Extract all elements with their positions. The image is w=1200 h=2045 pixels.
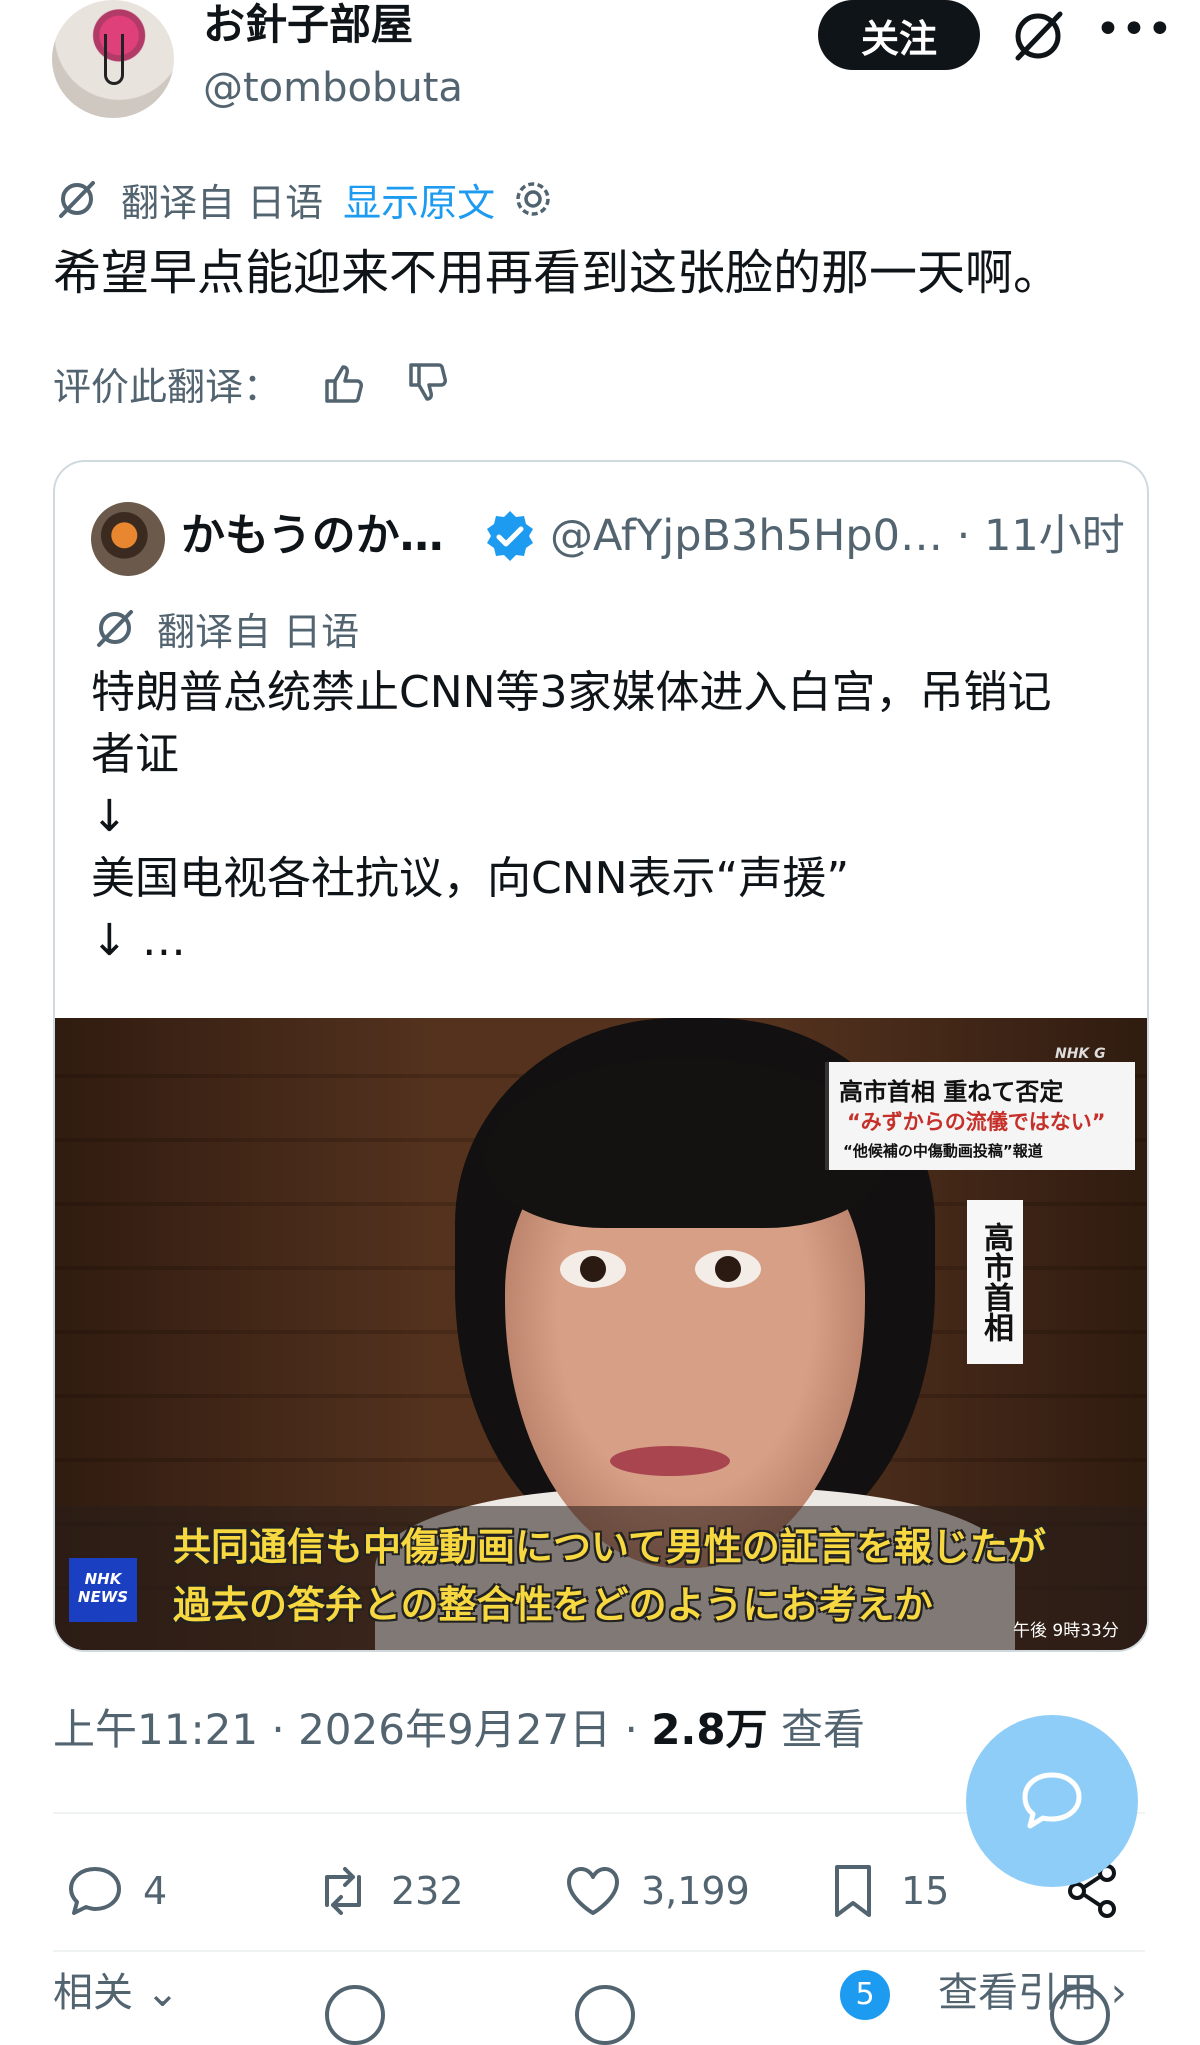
avatar[interactable] (1050, 1985, 1110, 2045)
news-headline-box: 高市首相 重ねて否定 “みずからの流儀ではない” “他候補の中傷動画投稿”報道 (825, 1062, 1135, 1170)
like-count: 3,199 (641, 1869, 750, 1913)
notification-badge: 5 (840, 1970, 890, 2020)
quoted-tweet-text: 特朗普总统禁止CNN等3家媒体进入白宫，吊销记 者证 ↓ 美国电视各社抗议，向C… (91, 667, 1052, 966)
tweet-time-date: 上午11:21 · 2026年9月27日 · (53, 1705, 652, 1754)
avatar[interactable] (575, 1985, 635, 2045)
repost-count: 232 (391, 1869, 464, 1913)
caption-line-2: 過去の答弁との整合性をどのようにお考えか (173, 1583, 933, 1627)
chevron-down-icon: ⌄ (133, 1970, 180, 2016)
avatar[interactable] (325, 1985, 385, 2045)
more-icon[interactable]: ••• (1095, 8, 1173, 56)
compose-reply-fab[interactable] (966, 1715, 1138, 1887)
quoted-tweet-card[interactable]: かもうのか… @AfYjpB3h5Hp0… · 11小时 翻译自 日语 特朗普总… (53, 460, 1149, 1652)
chat-bubble-icon (1022, 1772, 1082, 1829)
translated-from-label: 翻译自 日语 (121, 180, 324, 225)
tweet-meta: 上午11:21 · 2026年9月27日 · 2.8万 查看 (53, 1700, 865, 1760)
grok-icon[interactable] (1008, 6, 1068, 66)
like-button[interactable]: 3,199 (563, 1856, 750, 1926)
verified-badge-icon (487, 511, 533, 561)
vertical-name-label: 高市首相 (967, 1200, 1023, 1364)
grok-icon (59, 181, 95, 218)
follow-button[interactable]: 关注 (818, 0, 980, 70)
thumbs-up-icon[interactable] (321, 359, 369, 407)
repost-icon (325, 1867, 361, 1915)
quoted-handle-time: @AfYjpB3h5Hp0… · 11小时 (550, 511, 1125, 561)
headline-line-2: “みずからの流儀ではない” (847, 1110, 1106, 1134)
quoted-author-avatar[interactable] (91, 502, 165, 576)
reply-count: 4 (143, 1869, 168, 1913)
grok-icon (97, 610, 133, 647)
channel-mark: NHK G (1055, 1046, 1106, 1062)
like-icon (567, 1867, 619, 1915)
quoted-translated-from-label: 翻译自 日语 (157, 609, 360, 654)
author-handle[interactable]: @tombobuta (203, 62, 463, 114)
reply-button[interactable]: 4 (65, 1856, 167, 1926)
quoted-author-name[interactable]: かもうのか… (181, 506, 444, 566)
thumbs-down-icon[interactable] (405, 359, 453, 407)
bookmark-icon (835, 1865, 871, 1917)
related-dropdown[interactable]: 相关 ⌄ (53, 1960, 179, 2018)
tweet-text: 希望早点能迎来不用再看到这张脸的那一天啊。 (53, 245, 1062, 301)
person-eye-left (560, 1250, 626, 1288)
translation-info: 翻译自 日语 显示原文 (55, 172, 555, 226)
reply-icon (69, 1867, 121, 1915)
person-mouth (610, 1446, 730, 1476)
quoted-translation-info: 翻译自 日语 (93, 602, 359, 654)
broadcast-time: 午後 9時33分 (1013, 1621, 1119, 1641)
nhk-news-logo: NHK NEWS (69, 1558, 137, 1622)
person-eye-right (695, 1250, 761, 1288)
views-label: 查看 (767, 1705, 865, 1754)
views-count: 2.8万 (651, 1705, 768, 1754)
author-avatar[interactable] (52, 0, 174, 118)
headline-line-3: “他候補の中傷動画投稿”報道 (843, 1142, 1043, 1160)
bookmark-button[interactable]: 15 (823, 1856, 949, 1926)
gear-icon[interactable] (511, 177, 555, 221)
bookmark-count: 15 (901, 1869, 950, 1913)
related-label: 相关 (53, 1970, 133, 2016)
caption-line-1: 共同通信も中傷動画について男性の証言を報じたが (173, 1525, 1046, 1569)
action-bar: 4 232 3,199 15 (53, 1856, 1145, 1926)
rate-label: 评价此翻译： (53, 364, 282, 409)
repost-button[interactable]: 232 (313, 1856, 464, 1926)
divider (53, 1950, 1145, 1952)
headline-line-1: 高市首相 重ねて否定 (839, 1078, 1064, 1106)
quoted-media-image[interactable]: NHK G 高市首相 重ねて否定 “みずからの流儀ではない” “他候補の中傷動画… (55, 1018, 1147, 1650)
rate-translation-row: 评价此翻译： (53, 355, 453, 411)
show-original-link[interactable]: 显示原文 (343, 172, 495, 227)
author-display-name[interactable]: お針子部屋 (203, 0, 413, 50)
